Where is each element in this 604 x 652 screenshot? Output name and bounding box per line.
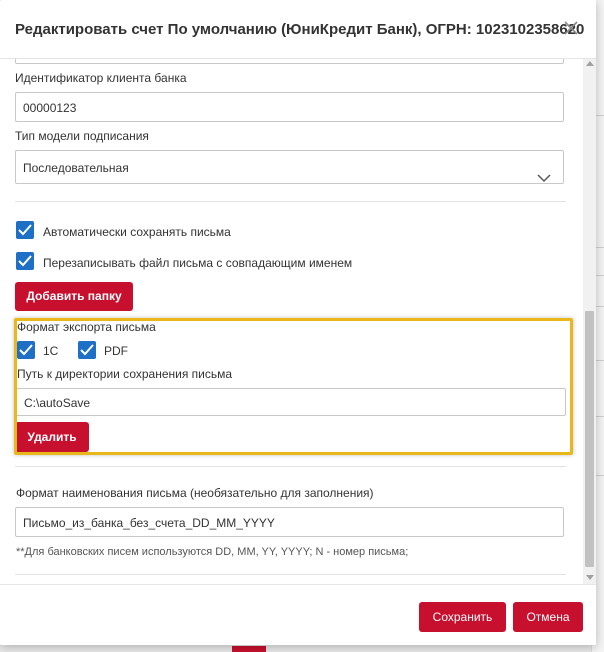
- name-format-label: Формат наименования письма (необязательн…: [16, 486, 374, 500]
- sign-model-value: Последовательная: [23, 161, 129, 175]
- client-id-input[interactable]: 00000123: [15, 92, 564, 122]
- edit-account-dialog: Редактировать счет По умолчанию (ЮниКред…: [0, 0, 596, 645]
- dialog-title: Редактировать счет По умолчанию (ЮниКред…: [15, 21, 585, 38]
- chevron-down-icon: [537, 162, 551, 183]
- scroll-up-arrow-icon[interactable]: [586, 61, 594, 66]
- name-format-hint: **Для банковских писем используются DD, …: [16, 546, 409, 558]
- dialog-header: Редактировать счет По умолчанию (ЮниКред…: [0, 0, 596, 59]
- export-section-highlight: [14, 318, 573, 455]
- sign-model-select[interactable]: Последовательная: [15, 150, 564, 184]
- client-id-label: Идентификатор клиента банка: [15, 71, 187, 85]
- scroll-down-arrow-icon[interactable]: [586, 575, 594, 580]
- scroll-thumb[interactable]: [585, 311, 594, 567]
- name-format-input[interactable]: Письмо_из_банка_без_счета_DD_MM_YYYY: [15, 507, 564, 537]
- dialog-scrollbar[interactable]: [583, 58, 596, 584]
- sign-model-label: Тип модели подписания: [15, 129, 149, 143]
- overwrite-checkbox[interactable]: [16, 252, 34, 270]
- cancel-button[interactable]: Отмена: [513, 602, 583, 632]
- auto-save-label: Автоматически сохранять письма: [43, 225, 231, 239]
- add-folder-button[interactable]: Добавить папку: [15, 282, 133, 311]
- section-divider: [15, 466, 566, 467]
- save-button[interactable]: Сохранить: [419, 602, 506, 632]
- background-red-element: [232, 646, 266, 652]
- dialog-footer: Сохранить Отмена: [0, 584, 596, 645]
- section-divider: [15, 574, 566, 575]
- overwrite-label: Перезаписывать файл письма с совпадающим…: [43, 256, 353, 270]
- section-divider: [15, 201, 566, 202]
- auto-save-checkbox[interactable]: [16, 221, 34, 239]
- close-icon[interactable]: [562, 19, 580, 37]
